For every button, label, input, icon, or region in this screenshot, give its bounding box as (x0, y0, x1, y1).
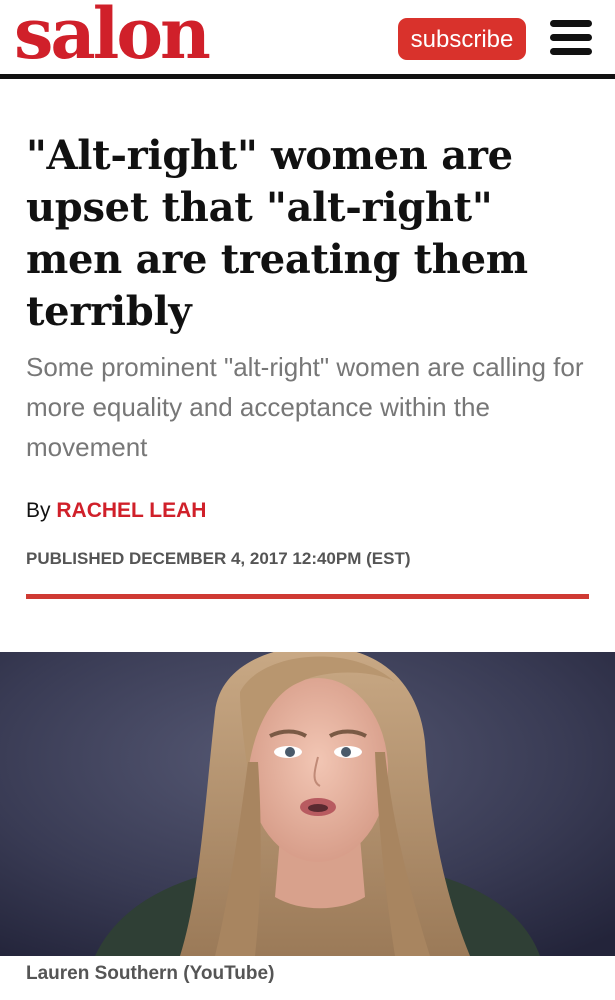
menu-bar (550, 20, 592, 27)
byline-prefix: By (26, 499, 51, 522)
article-headline: "Alt-right" women are upset that "alt-ri… (26, 132, 528, 335)
section-divider (26, 594, 589, 599)
hamburger-menu-icon[interactable] (550, 20, 592, 56)
menu-bar (550, 48, 592, 55)
subscribe-button[interactable]: subscribe (398, 18, 526, 60)
site-header: salon subscribe (0, 0, 615, 74)
article-page: salon subscribe "Alt-right" women are up… (0, 0, 615, 1000)
image-caption: Lauren Southern (YouTube) (26, 963, 275, 984)
byline: By RACHEL LEAH (26, 496, 206, 526)
published-date: PUBLISHED DECEMBER 4, 2017 12:40PM (EST) (26, 549, 411, 568)
author-link[interactable]: RACHEL LEAH (56, 499, 206, 522)
hero-image (0, 652, 615, 956)
article-subheadline: Some prominent "alt-right" women are cal… (26, 352, 584, 462)
salon-logo[interactable]: salon (14, 0, 211, 74)
header-divider (0, 74, 615, 79)
hero-photo-illustration (0, 652, 615, 956)
menu-bar (550, 34, 592, 41)
